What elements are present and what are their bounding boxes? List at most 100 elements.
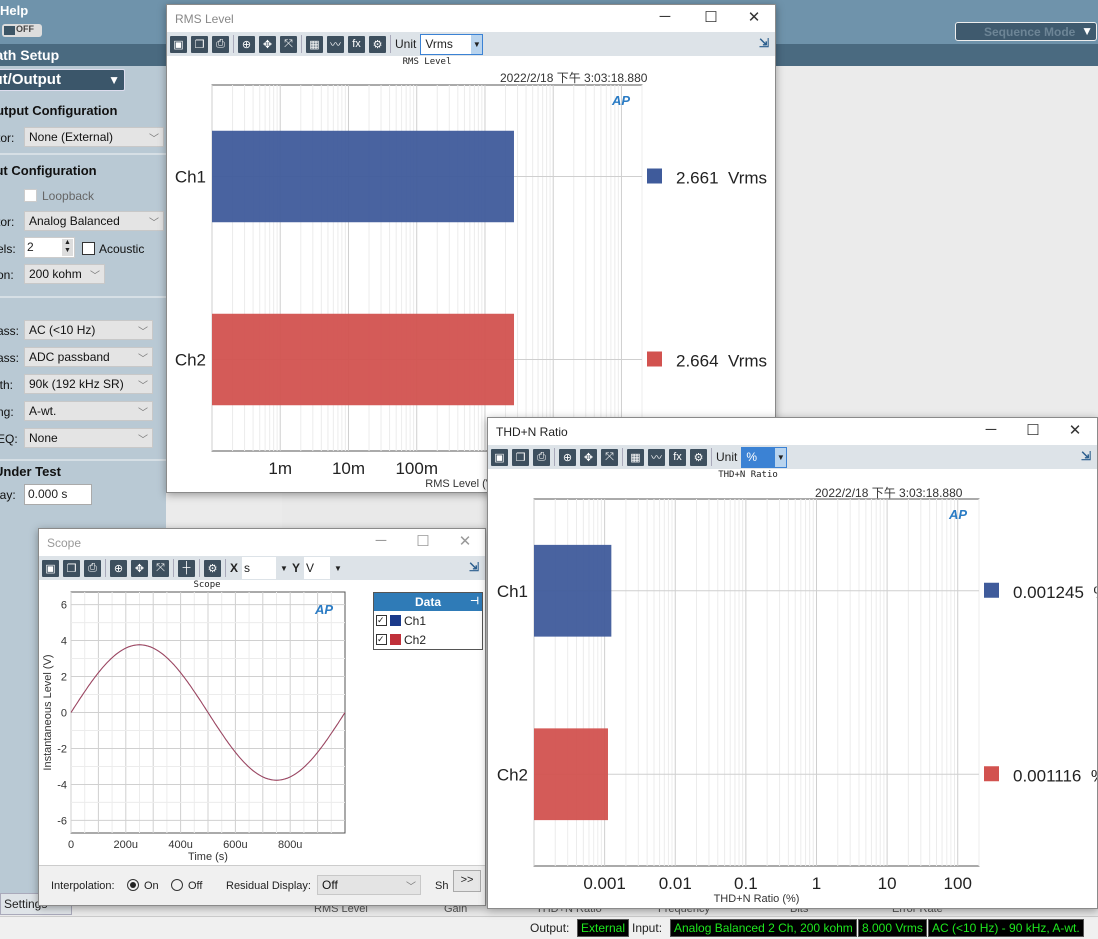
bar-ch2 <box>212 313 515 406</box>
category-label: Ch2 <box>497 765 528 784</box>
x-tick-label: 10 <box>878 874 897 893</box>
panel-select-label: Input/Output <box>0 71 61 88</box>
y-tick-label: 4 <box>61 636 67 648</box>
bar-ch1 <box>212 130 514 223</box>
sequence-mode-dropdown[interactable]: Sequence Mode ▼ <box>955 22 1097 41</box>
y-tick-label: -4 <box>57 779 67 791</box>
interpolation-on-radio[interactable] <box>127 879 139 891</box>
category-label: Ch2 <box>175 351 206 370</box>
show-label: Sh <box>435 880 449 892</box>
output-connector-label: tor: <box>0 131 15 145</box>
residual-label: Residual Display: <box>226 880 311 892</box>
legend-item-ch2[interactable]: ✓ Ch2 <box>374 630 482 649</box>
chevron-down-icon: ﹀ <box>138 354 148 365</box>
dut-heading: Under Test <box>0 464 61 479</box>
off-label: Off <box>188 880 203 892</box>
weighting-label: ng: <box>0 405 14 419</box>
path-setup-title: Path Setup <box>0 47 60 63</box>
bandwidth-select[interactable]: 90k (192 kHz SR) ﹀ <box>24 374 153 394</box>
chevron-down-icon: ﹀ <box>149 218 159 229</box>
x-tick-label: 10m <box>332 459 365 478</box>
value-label: 2.661 Vrms <box>676 169 767 188</box>
x-tick-label: 0.1 <box>734 874 758 893</box>
acoustic-checkbox[interactable] <box>82 242 95 255</box>
menu-help[interactable]: Help <box>0 3 28 18</box>
y-tick-label: 2 <box>61 672 67 684</box>
category-label: Ch1 <box>497 582 528 601</box>
stepper-arrows-icon[interactable]: ▲ ▼ <box>62 239 73 256</box>
ap-logo: AP <box>611 93 630 108</box>
ap-logo: AP <box>948 507 967 522</box>
panel-select-dropdown[interactable]: Input/Output ▼ <box>0 69 125 91</box>
delay-input[interactable]: 0.000 s <box>24 484 92 505</box>
chevron-down-icon: ﹀ <box>149 134 159 145</box>
y-tick-label: -6 <box>57 815 67 827</box>
toggle-label: OFF <box>16 24 34 34</box>
legend-swatch <box>984 766 999 782</box>
expand-button[interactable]: >> <box>453 870 481 892</box>
x-tick-label: 600u <box>223 839 247 851</box>
input-connector-label: tor: <box>0 215 15 229</box>
chevron-down-icon: ▼ <box>108 73 120 87</box>
legend-swatch <box>647 351 662 367</box>
y-tick-label: 6 <box>61 600 67 612</box>
status-output: External <box>577 919 630 937</box>
chevron-down-icon: ﹀ <box>138 381 148 392</box>
interpolation-off-radio[interactable] <box>171 879 183 891</box>
chevron-down-icon: ▼ <box>1081 24 1093 38</box>
highpass-select[interactable]: AC (<10 Hz) ﹀ <box>24 320 153 340</box>
x-tick-label: 0.01 <box>659 874 692 893</box>
chevron-down-icon: ﹀ <box>406 882 416 893</box>
x-axis-title: Time (s) <box>188 851 228 863</box>
loopback-checkbox[interactable] <box>24 189 37 202</box>
bar-ch2 <box>534 728 608 821</box>
x-tick-label: 400u <box>168 839 192 851</box>
weighting-select[interactable]: A-wt. ﹀ <box>24 401 153 421</box>
x-tick-label: 1m <box>268 459 292 478</box>
status-input: Analog Balanced 2 Ch, 200 kohm <box>670 919 857 937</box>
output-connector-select[interactable]: None (External) ﹀ <box>24 127 164 147</box>
sequence-mode-label: Sequence Mode <box>984 25 1076 39</box>
x-tick-label: 0 <box>68 839 74 851</box>
toggle-knob <box>4 26 15 35</box>
x-axis-title: THD+N Ratio (%) <box>714 893 800 905</box>
residual-select[interactable]: Off ﹀ <box>317 875 421 895</box>
impedance-label: on: <box>0 268 14 282</box>
thdn-ratio-window: THD+N Ratio ─ ☐ ✕ ▣ ❐ ⎙ ⊕ ✥ ⤧ ▦ 〰 fx ⚙ Unit % ▼ … <box>487 417 1098 909</box>
value-label: 2.664 Vrms <box>676 352 767 371</box>
x-tick-label: 100m <box>395 459 438 478</box>
data-legend: Data ⊣ ✓ Ch1 ✓ Ch2 <box>373 592 483 650</box>
ch1-swatch <box>390 615 401 626</box>
chevron-down-icon: ﹀ <box>138 327 148 338</box>
thdn-ratio-chart: Ch1 0.001245 % Ch2 0.001116 % 0.001 0.01 0.1 1 1… <box>497 498 1097 905</box>
scope-window: Scope ─ ☐ ✕ ▣ ❐ ⎙ ⊕ ✥ ⤧ ┼ ⚙ X s ▼ Y V ▼ ⇲ Scope… <box>38 528 486 906</box>
x-tick-label: 0.001 <box>583 874 626 893</box>
power-toggle[interactable]: OFF <box>2 24 42 37</box>
divider <box>0 459 166 461</box>
input-connector-select[interactable]: Analog Balanced ﹀ <box>24 211 164 231</box>
divider <box>0 296 166 298</box>
bar-ch1 <box>534 544 612 637</box>
checkbox-checked[interactable]: ✓ <box>376 615 387 626</box>
divider <box>0 153 166 155</box>
eq-label: EQ: <box>0 432 18 446</box>
chevron-down-icon: ﹀ <box>138 408 148 419</box>
x-tick-label: 200u <box>114 839 138 851</box>
loopback-label: Loopback <box>42 189 95 203</box>
highpass-label: ass: <box>0 324 20 338</box>
lowpass-select[interactable]: ADC passband ﹀ <box>24 347 153 367</box>
legend-item-ch1[interactable]: ✓ Ch1 <box>374 611 482 630</box>
pin-icon[interactable]: ⊣ <box>470 593 479 611</box>
chevron-down-icon: ﹀ <box>90 271 100 282</box>
status-range: 8.000 Vrms <box>858 919 927 937</box>
impedance-select[interactable]: 200 kohm ﹀ <box>24 264 105 284</box>
x-tick-label: 800u <box>278 839 302 851</box>
on-label: On <box>144 880 159 892</box>
eq-select[interactable]: None ﹀ <box>24 428 153 448</box>
channels-stepper[interactable]: 2 ▲ ▼ <box>24 237 75 258</box>
bandwidth-label: lth: <box>0 378 14 392</box>
checkbox-checked[interactable]: ✓ <box>376 634 387 645</box>
status-input-label: Input: <box>632 921 663 935</box>
scope-controls: Interpolation: On Off Residual Display: … <box>39 865 485 905</box>
legend-header: Data ⊣ <box>374 593 482 611</box>
